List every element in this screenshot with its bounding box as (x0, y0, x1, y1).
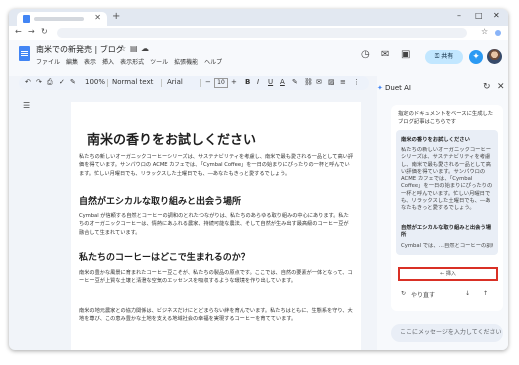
version-history-icon[interactable]: ◷ (361, 49, 370, 60)
italic-button[interactable]: I (257, 78, 259, 86)
duet-message-input[interactable]: ここにメッセージを入力してください (391, 324, 503, 342)
menu-bar: ファイル 編集 表示 挿入 表示形式 ツール 拡張機能 ヘルプ (36, 57, 222, 66)
paragraph-2: Cymbal が信頼する自然とコーヒーの調和のとれたつながりは、私たちのあらゆる… (79, 213, 349, 236)
text-color-button[interactable]: A (280, 78, 285, 86)
tab-title-placeholder (34, 17, 84, 21)
bookmark-star-icon[interactable]: ☆ (481, 27, 488, 36)
paragraph-3: 南米の豊かな風景に育まれたコーヒー豆こそが、私たちの製品の原点です。ここでは、自… (79, 270, 353, 285)
address-bar[interactable] (57, 28, 467, 38)
heading-origin: 私たちのコーヒーはどこで生まれるのか？ (79, 253, 250, 263)
menu-file[interactable]: ファイル (36, 57, 60, 66)
share-label: 共有 (441, 53, 454, 60)
font-size-input[interactable]: 10 (214, 78, 228, 88)
paragraph-style-select[interactable]: Normal text (112, 78, 153, 86)
forward-icon[interactable]: → (28, 27, 35, 36)
undo-icon[interactable]: ↶ (25, 78, 31, 86)
cloud-status-icon[interactable]: ☁ (141, 44, 149, 53)
font-size-decrease-icon[interactable]: − (205, 78, 211, 86)
toolbar-divider (161, 79, 162, 87)
draft-body: 私たちの新しいオーガニックコーヒーシリーズは、サステナビリティを考慮し、南米で最… (401, 147, 493, 212)
print-icon[interactable]: ⎙ (47, 78, 53, 87)
minimize-button[interactable]: – (457, 11, 461, 20)
draft-heading-2: 自然がエシカルな取り組みと出会う場所 (401, 225, 492, 239)
address-bar-row: ← → ↻ ☆ (9, 26, 508, 40)
browser-tab[interactable]: ✕ (17, 12, 107, 26)
draft-heading: 南米の香りをお試しください (401, 137, 470, 143)
retry-label[interactable]: やり直す (411, 290, 435, 299)
profile-icon[interactable] (495, 30, 501, 36)
zoom-select[interactable]: 100% (85, 78, 105, 86)
highlight-icon[interactable]: ✎ (292, 78, 298, 86)
meet-icon[interactable]: ▣ (401, 49, 410, 60)
thumbs-up-icon[interactable]: ↑ (483, 290, 488, 297)
docs-favicon-icon (23, 15, 30, 23)
browser-window: ✕ + – □ ✕ ← → ↻ ☆ 南米での新発売 | ブログ ☆ ▤ ☁ ファ… (9, 9, 508, 350)
menu-format[interactable]: 表示形式 (120, 57, 144, 66)
reload-icon[interactable]: ↻ (41, 27, 48, 36)
font-select[interactable]: Arial (167, 78, 183, 86)
refresh-icon[interactable]: ↻ (483, 82, 491, 92)
redo-icon[interactable]: ↷ (36, 78, 42, 86)
lock-icon: ⚿ (434, 53, 440, 60)
docs-logo-icon[interactable] (19, 46, 30, 61)
paragraph-1: 私たちの新しいオーガニックコーヒーシリーズは、サステナビリティを考慮し、南米で最… (79, 154, 354, 177)
thumbs-down-icon[interactable]: ↓ (465, 290, 470, 297)
toolbar-divider (200, 79, 201, 87)
docs-header: 南米での新発売 | ブログ ☆ ▤ ☁ ファイル 編集 表示 挿入 表示形式 ツ… (9, 40, 508, 76)
share-button[interactable]: ⚿ 共有 (425, 50, 463, 64)
document-heading: 南米の香りをお試しください (87, 133, 257, 148)
duet-response-card: 指定のドキュメントをベースに生成したブログ記事はこちらです 南米の香りをお試しく… (391, 105, 503, 311)
menu-insert[interactable]: 挿入 (102, 57, 114, 66)
star-icon[interactable]: ☆ (119, 44, 126, 53)
align-icon[interactable]: ≡ (340, 78, 346, 86)
menu-extensions[interactable]: 拡張機能 (174, 57, 198, 66)
insert-button[interactable]: ← 挿入 (398, 267, 498, 281)
document-page[interactable]: 南米の香りをお試しください 私たちの新しいオーガニックコーヒーシリーズは、サステ… (71, 102, 361, 350)
duet-title: Duet AI (385, 84, 411, 92)
duet-ai-panel: ✦ Duet AI ↻ ✕ 指定のドキュメントをベースに生成したブログ記事はこち… (377, 76, 508, 350)
new-tab-button[interactable]: + (112, 11, 120, 22)
link-icon[interactable]: ⛓ (304, 78, 313, 86)
move-folder-icon[interactable]: ▤ (130, 44, 138, 53)
more-options-icon[interactable]: ⋮ (353, 78, 360, 86)
paint-format-icon[interactable]: ✎ (70, 78, 76, 86)
paragraph-4: 南米の地元農家との協力関係は、ビジネスだけにとどまらない絆を育んでいます。私たち… (79, 308, 353, 323)
formatting-toolbar: ↶ ↷ ⎙ ✓ ✎ 100% Normal text Arial − 10 + … (19, 76, 369, 90)
document-title[interactable]: 南米での新発売 | ブログ (36, 44, 124, 55)
bold-button[interactable]: B (245, 78, 250, 86)
avatar[interactable] (487, 49, 502, 64)
tab-strip: ✕ + – □ ✕ (9, 9, 508, 26)
insert-comment-icon[interactable]: ✉ (316, 78, 322, 86)
maximize-button[interactable]: □ (475, 11, 483, 20)
generated-draft: 南米の香りをお試しください 私たちの新しいオーガニックコーヒーシリーズは、サステ… (396, 130, 498, 255)
duet-spark-icon: ✦ (377, 84, 383, 92)
menu-view[interactable]: 表示 (84, 57, 96, 66)
close-window-button[interactable]: ✕ (493, 11, 500, 20)
spellcheck-icon[interactable]: ✓ (59, 78, 65, 86)
outline-icon[interactable]: ☰ (23, 101, 30, 110)
font-size-increase-icon[interactable]: + (231, 78, 237, 86)
menu-edit[interactable]: 編集 (66, 57, 78, 66)
duet-ai-button[interactable]: ✦ (469, 50, 483, 64)
close-panel-icon[interactable]: ✕ (497, 82, 505, 92)
draft-tail: Cymbal では、…自然とコーヒーの調和のとれたつ (401, 243, 493, 249)
comments-icon[interactable]: ✉ (381, 49, 389, 60)
menu-tools[interactable]: ツール (150, 57, 168, 66)
underline-button[interactable]: U (268, 78, 273, 86)
menu-help[interactable]: ヘルプ (204, 57, 222, 66)
tab-close-icon[interactable]: ✕ (94, 13, 101, 22)
heading-ethical: 自然がエシカルな取り組みと出会う場所 (79, 197, 242, 207)
retry-icon[interactable]: ↻ (401, 290, 406, 297)
insert-image-icon[interactable]: ▨ (328, 78, 335, 86)
toolbar-divider (107, 79, 108, 87)
duet-intro-text: 指定のドキュメントをベースに生成したブログ記事はこちらです (398, 111, 494, 125)
back-icon[interactable]: ← (15, 27, 22, 36)
